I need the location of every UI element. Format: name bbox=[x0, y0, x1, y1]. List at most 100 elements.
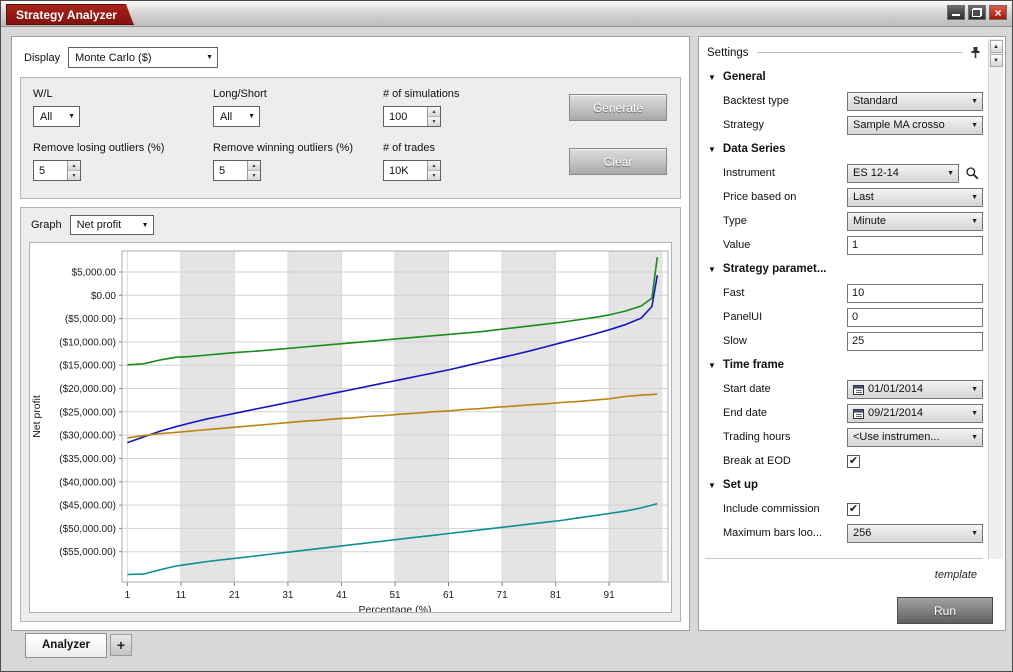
spin-up-icon[interactable]: ▲ bbox=[428, 161, 440, 171]
svg-text:41: 41 bbox=[336, 590, 348, 601]
include-commission-checkbox[interactable]: ✔ bbox=[847, 503, 860, 516]
value-input[interactable] bbox=[847, 236, 983, 255]
window-title: Strategy Analyzer bbox=[6, 4, 134, 25]
spin-up-icon[interactable]: ▲ bbox=[68, 161, 80, 171]
spin-down-icon[interactable]: ▼ bbox=[428, 117, 440, 126]
chevron-down-icon: ▼ bbox=[142, 222, 149, 229]
display-row: Display Monte Carlo ($) ▼ bbox=[24, 47, 218, 68]
collapse-icon: ▼ bbox=[708, 361, 716, 370]
chevron-down-icon: ▼ bbox=[971, 386, 978, 393]
spin-up-icon[interactable]: ▲ bbox=[428, 107, 440, 117]
setting-row-end-date: End date09/21/2014▼ bbox=[705, 401, 983, 425]
settings-section-set-up[interactable]: ▼Set up bbox=[705, 473, 983, 497]
losing-outliers-spinner[interactable]: 5 ▲ ▼ bbox=[33, 160, 81, 181]
settings-section-general[interactable]: ▼General bbox=[705, 65, 983, 89]
chevron-down-icon: ▼ bbox=[947, 170, 954, 177]
backtest-type-dropdown[interactable]: Standard▼ bbox=[847, 92, 983, 111]
scroll-up-button[interactable]: ▲ bbox=[990, 40, 1003, 53]
svg-text:51: 51 bbox=[389, 590, 401, 601]
spin-up-icon[interactable]: ▲ bbox=[248, 161, 260, 171]
type-dropdown[interactable]: Minute▼ bbox=[847, 212, 983, 231]
graph-row: Graph Net profit ▼ bbox=[31, 215, 154, 235]
price-based-on-dropdown[interactable]: Last▼ bbox=[847, 188, 983, 207]
settings-section-data-series[interactable]: ▼Data Series bbox=[705, 137, 983, 161]
svg-text:($30,000.00): ($30,000.00) bbox=[59, 431, 116, 442]
svg-text:$0.00: $0.00 bbox=[91, 291, 116, 302]
long-short-dropdown[interactable]: All ▼ bbox=[213, 106, 260, 127]
spin-down-icon[interactable]: ▼ bbox=[68, 171, 80, 180]
scroll-down-button[interactable]: ▼ bbox=[990, 54, 1003, 67]
trades-label: # of trades bbox=[383, 142, 435, 154]
simulations-label: # of simulations bbox=[383, 88, 459, 100]
svg-text:($45,000.00): ($45,000.00) bbox=[59, 501, 116, 512]
svg-text:1: 1 bbox=[125, 590, 131, 601]
template-link[interactable]: template bbox=[935, 569, 977, 581]
svg-text:21: 21 bbox=[229, 590, 241, 601]
monte-carlo-options-box: W/L Long/Short # of simulations All ▼ Al… bbox=[20, 77, 681, 199]
pin-icon[interactable] bbox=[970, 46, 981, 59]
fast-input[interactable] bbox=[847, 284, 983, 303]
svg-text:61: 61 bbox=[443, 590, 455, 601]
slow-input[interactable] bbox=[847, 332, 983, 351]
settings-section-time-frame[interactable]: ▼Time frame bbox=[705, 353, 983, 377]
svg-text:($10,000.00): ($10,000.00) bbox=[59, 337, 116, 348]
tab-analyzer[interactable]: Analyzer bbox=[25, 633, 107, 658]
spin-down-icon[interactable]: ▼ bbox=[248, 171, 260, 180]
restore-icon bbox=[972, 8, 982, 17]
instrument-dropdown[interactable]: ES 12-14▼ bbox=[847, 164, 959, 183]
settings-scrollbar[interactable]: ▲ ▼ bbox=[988, 39, 1003, 559]
collapse-icon: ▼ bbox=[708, 73, 716, 82]
close-icon: × bbox=[994, 7, 1001, 19]
run-button[interactable]: Run bbox=[897, 597, 993, 624]
end-date-picker[interactable]: 09/21/2014▼ bbox=[847, 404, 983, 423]
setting-row-break-at-eod: Break at EOD✔ bbox=[705, 449, 983, 473]
setting-row-fast: Fast bbox=[705, 281, 983, 305]
chevron-down-icon: ▼ bbox=[971, 98, 978, 105]
panelui-input[interactable] bbox=[847, 308, 983, 327]
add-tab-button[interactable]: + bbox=[110, 634, 132, 656]
settings-header: Settings bbox=[707, 44, 981, 61]
bottom-tab-bar: Analyzer + bbox=[1, 633, 1012, 667]
svg-text:Net profit: Net profit bbox=[31, 395, 43, 438]
chevron-down-icon: ▼ bbox=[971, 194, 978, 201]
header-divider bbox=[757, 52, 962, 53]
start-date-picker[interactable]: 01/01/2014▼ bbox=[847, 380, 983, 399]
close-button[interactable]: × bbox=[989, 5, 1007, 20]
restore-button[interactable] bbox=[968, 5, 986, 20]
svg-text:($20,000.00): ($20,000.00) bbox=[59, 384, 116, 395]
setting-row-trading-hours: Trading hours<Use instrumen...▼ bbox=[705, 425, 983, 449]
setting-row-backtest-type: Backtest typeStandard▼ bbox=[705, 89, 983, 113]
svg-text:$5,000.00: $5,000.00 bbox=[72, 268, 117, 279]
generate-button[interactable]: Generate bbox=[569, 94, 667, 121]
calendar-icon bbox=[853, 384, 864, 395]
setting-row-type: TypeMinute▼ bbox=[705, 209, 983, 233]
settings-section-strategy-paramet-[interactable]: ▼Strategy paramet... bbox=[705, 257, 983, 281]
setting-row-value: Value bbox=[705, 233, 983, 257]
clear-button[interactable]: Clear bbox=[569, 148, 667, 175]
strategy-dropdown[interactable]: Sample MA crosso▼ bbox=[847, 116, 983, 135]
setting-row-include-commission: Include commission✔ bbox=[705, 497, 983, 521]
graph-dropdown[interactable]: Net profit ▼ bbox=[70, 215, 154, 235]
svg-text:31: 31 bbox=[282, 590, 294, 601]
simulations-spinner[interactable]: 100 ▲ ▼ bbox=[383, 106, 441, 127]
trading-hours-dropdown[interactable]: <Use instrumen...▼ bbox=[847, 428, 983, 447]
break-at-eod-checkbox[interactable]: ✔ bbox=[847, 455, 860, 468]
losing-outliers-label: Remove losing outliers (%) bbox=[33, 142, 164, 154]
chevron-down-icon: ▼ bbox=[971, 218, 978, 225]
wl-dropdown[interactable]: All ▼ bbox=[33, 106, 80, 127]
setting-row-maximum-bars-look-back: Maximum bars loo...256▼ bbox=[705, 521, 983, 545]
svg-text:Percentage (%): Percentage (%) bbox=[359, 604, 432, 613]
titlebar[interactable]: Strategy Analyzer × bbox=[1, 1, 1012, 27]
display-dropdown[interactable]: Monte Carlo ($) ▼ bbox=[68, 47, 218, 68]
svg-text:($5,000.00): ($5,000.00) bbox=[65, 314, 116, 325]
svg-text:11: 11 bbox=[176, 590, 187, 601]
minimize-button[interactable] bbox=[947, 5, 965, 20]
graph-label: Graph bbox=[31, 219, 62, 231]
winning-outliers-spinner[interactable]: 5 ▲ ▼ bbox=[213, 160, 261, 181]
svg-text:($55,000.00): ($55,000.00) bbox=[59, 547, 116, 558]
spin-down-icon[interactable]: ▼ bbox=[428, 171, 440, 180]
maximum-bars-look-back-dropdown[interactable]: 256▼ bbox=[847, 524, 983, 543]
search-icon[interactable] bbox=[965, 166, 980, 181]
trades-spinner[interactable]: 10K ▲ ▼ bbox=[383, 160, 441, 181]
settings-panel: Settings ▲ ▼ ▼GeneralBacktest typeStanda… bbox=[698, 36, 1006, 631]
